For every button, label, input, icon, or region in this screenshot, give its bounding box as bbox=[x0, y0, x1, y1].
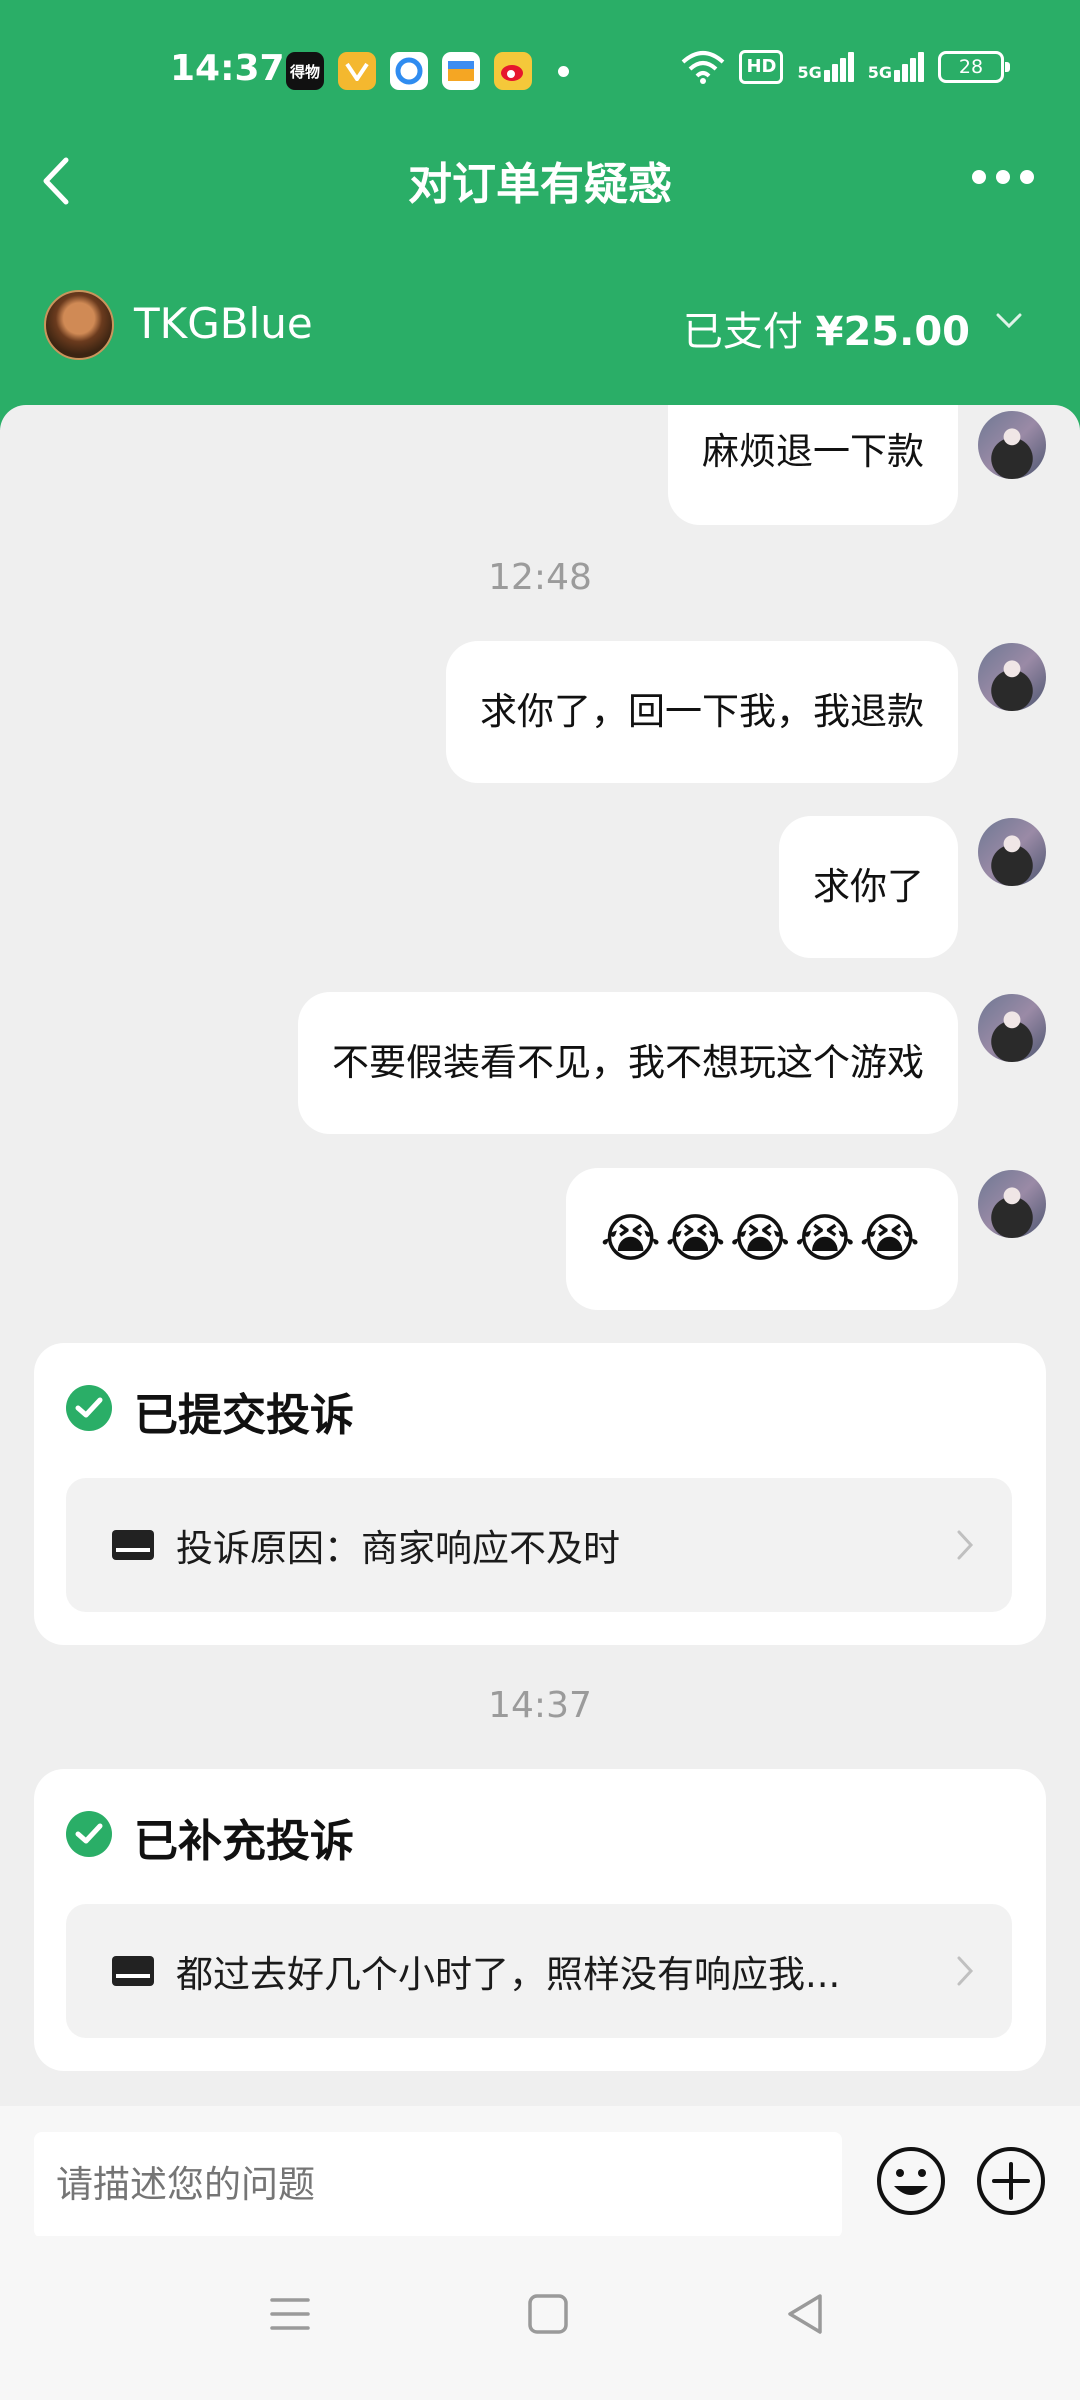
timestamp: 14:37 bbox=[488, 1685, 592, 1726]
message-row: 麻烦退一下款 bbox=[668, 405, 1046, 525]
message-row: 求你了 bbox=[779, 816, 1046, 958]
wallet-app-icon bbox=[442, 52, 480, 90]
status-time: 14:37 bbox=[170, 48, 285, 89]
home-icon[interactable] bbox=[518, 2284, 578, 2344]
merchant-avatar bbox=[44, 290, 114, 360]
system-nav-bar bbox=[0, 2236, 1080, 2400]
card-title: 已提交投诉 bbox=[134, 1390, 354, 1441]
paid-amount: 已支付 ¥25.00 bbox=[682, 309, 970, 355]
message-bubble[interactable]: 麻烦退一下款 bbox=[668, 405, 958, 525]
menu-icon[interactable] bbox=[260, 2284, 320, 2344]
user-avatar[interactable] bbox=[978, 411, 1046, 479]
message-bubble[interactable]: 不要假装看不见，我不想玩这个游戏 bbox=[298, 992, 958, 1134]
message-row: 求你了，回一下我，我退款 bbox=[446, 641, 1046, 783]
chat-area[interactable]: 麻烦退一下款 12:48 求你了，回一下我，我退款 求你了 不要假装看不见，我不… bbox=[0, 405, 1080, 2105]
message-row: 不要假装看不见，我不想玩这个游戏 bbox=[298, 992, 1046, 1134]
header: 14:37 得物 HD 5G 5G 28 对订单有疑惑 TKGBlue 已支付 … bbox=[0, 0, 1080, 430]
user-avatar[interactable] bbox=[978, 643, 1046, 711]
plus-icon[interactable] bbox=[976, 2146, 1046, 2216]
chevron-right-icon bbox=[957, 1956, 974, 1986]
status-bar: 14:37 得物 HD 5G 5G 28 bbox=[0, 40, 1080, 104]
complaint-reason-row[interactable]: 投诉原因：商家响应不及时 bbox=[66, 1478, 1012, 1612]
complaint-reason-text: 投诉原因：商家响应不及时 bbox=[176, 1527, 620, 1570]
message-bubble[interactable]: 求你了，回一下我，我退款 bbox=[446, 641, 958, 783]
signal-icon-1: 5G bbox=[797, 52, 854, 82]
chevron-right-icon bbox=[957, 1530, 974, 1560]
check-circle-icon bbox=[66, 1385, 112, 1431]
notification-icons: 得物 bbox=[286, 52, 569, 90]
system-status: HD 5G 5G 28 bbox=[681, 50, 1010, 84]
user-avatar[interactable] bbox=[978, 994, 1046, 1062]
back-nav-icon[interactable] bbox=[776, 2284, 836, 2344]
signal-icon-2: 5G bbox=[868, 52, 924, 82]
order-summary[interactable]: TKGBlue 已支付 ¥25.00 bbox=[0, 285, 1080, 365]
vip-app-icon bbox=[338, 52, 376, 90]
hd-voice-icon: HD bbox=[739, 50, 784, 84]
complaint-card-supplemented: 已补充投诉 都过去好几个小时了，照样没有响应我... bbox=[34, 1769, 1046, 2071]
check-circle-icon bbox=[66, 1811, 112, 1857]
chevron-down-icon[interactable] bbox=[994, 305, 1024, 335]
emoji-message-bubble[interactable]: 😭😭😭😭😭 bbox=[566, 1168, 958, 1310]
message-row: 😭😭😭😭😭 bbox=[566, 1168, 1046, 1310]
more-notifications-dot bbox=[558, 65, 569, 77]
mail-icon bbox=[112, 1956, 154, 1986]
message-bubble[interactable]: 求你了 bbox=[779, 816, 958, 958]
weibo-app-icon bbox=[494, 52, 532, 90]
more-options-icon[interactable] bbox=[972, 170, 1034, 184]
merchant-name: TKGBlue bbox=[134, 299, 313, 348]
user-avatar[interactable] bbox=[978, 1170, 1046, 1238]
timestamp: 12:48 bbox=[488, 557, 592, 598]
nav-bar: 对订单有疑惑 bbox=[0, 130, 1080, 230]
card-title: 已补充投诉 bbox=[134, 1816, 354, 1867]
dewu-app-icon: 得物 bbox=[286, 52, 324, 90]
qq-browser-app-icon bbox=[390, 52, 428, 90]
wifi-icon bbox=[682, 51, 725, 84]
emoji-icon[interactable] bbox=[876, 2146, 946, 2216]
battery-icon: 28 bbox=[938, 51, 1010, 83]
user-avatar[interactable] bbox=[978, 818, 1046, 886]
page-title: 对订单有疑惑 bbox=[408, 159, 672, 210]
message-input[interactable] bbox=[34, 2132, 842, 2238]
complaint-card-submitted: 已提交投诉 投诉原因：商家响应不及时 bbox=[34, 1343, 1046, 1645]
complaint-reason-row[interactable]: 都过去好几个小时了，照样没有响应我... bbox=[66, 1904, 1012, 2038]
input-bar bbox=[0, 2106, 1080, 2238]
complaint-reason-text: 都过去好几个小时了，照样没有响应我... bbox=[176, 1953, 841, 1996]
mail-icon bbox=[112, 1530, 154, 1560]
